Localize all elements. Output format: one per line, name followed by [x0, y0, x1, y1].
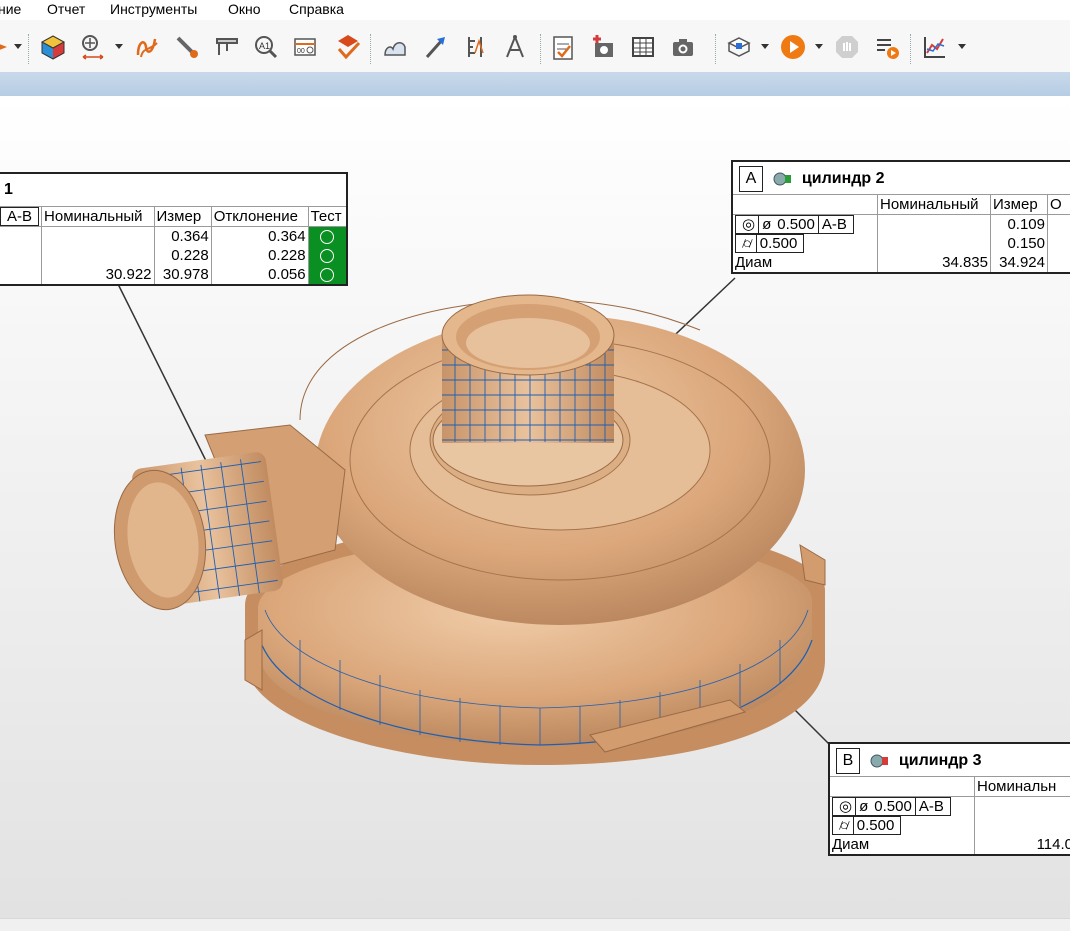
- svg-text:A1: A1: [259, 41, 270, 51]
- pass-icon: [308, 227, 346, 247]
- status-bar: [0, 918, 1070, 931]
- callout-table: Номинальный Измер О ◎ø0.500A-B 0.109 ⌭0.…: [733, 194, 1070, 272]
- measured-cell: 30.978: [154, 265, 211, 284]
- gd-t-icon[interactable]: 00: [290, 32, 320, 62]
- add-photo-icon[interactable]: [588, 32, 618, 62]
- measured-cell: 0.228: [154, 246, 211, 265]
- check-flag-icon[interactable]: [333, 32, 363, 62]
- measured-cell: 0.364: [154, 227, 211, 247]
- concentricity-frame: ◎ø0.500A-B: [832, 797, 951, 816]
- cloud-profile-icon[interactable]: [380, 32, 410, 62]
- diameter-label: Диам: [830, 835, 975, 854]
- deviation-cell: 0.056: [211, 265, 308, 284]
- callout-title: 1: [0, 174, 346, 206]
- compass-icon[interactable]: [500, 32, 530, 62]
- caliper-icon[interactable]: [212, 32, 242, 62]
- column-header: Отклонение: [211, 207, 308, 227]
- column-header: Измер: [154, 207, 211, 227]
- arrow-icon[interactable]: [0, 32, 12, 62]
- datum-letter: A: [739, 166, 763, 192]
- 3d-viewport[interactable]: 1 A-B Номинальный Измер Отклонение Тест …: [0, 96, 1070, 918]
- nominal-cell: [975, 797, 1070, 817]
- feature-name: цилиндр 2: [802, 170, 885, 187]
- menu-item-tools[interactable]: Инструменты: [110, 0, 197, 18]
- svg-text:00: 00: [297, 48, 305, 55]
- nominal-cell: [878, 215, 991, 235]
- concentricity-frame: ◎ø0.500A-B: [735, 215, 854, 234]
- play-icon[interactable]: [778, 32, 808, 62]
- gauge-icon[interactable]: [460, 32, 490, 62]
- datum-letter: B: [836, 748, 860, 774]
- concentricity-icon: ◎: [739, 216, 758, 233]
- menu-bar: ние Отчет Инструменты Окно Справка: [0, 0, 1070, 20]
- list-play-icon[interactable]: [872, 32, 902, 62]
- callout-1[interactable]: 1 A-B Номинальный Измер Отклонение Тест …: [0, 172, 348, 286]
- cylindricity-icon: ⌭: [836, 817, 853, 834]
- nominal-cell: 114.0: [975, 835, 1070, 854]
- report-settings-icon[interactable]: [724, 32, 754, 62]
- curve-icon[interactable]: [132, 32, 162, 62]
- menu-item-report[interactable]: Отчет: [47, 0, 85, 18]
- datum-label: A-B: [0, 207, 39, 226]
- column-header: Номинальный: [42, 207, 155, 227]
- cylinder-feature-icon: [773, 172, 793, 186]
- pass-icon: [308, 246, 346, 265]
- measured-cell: 0.109: [991, 215, 1048, 235]
- nominal-cell: [878, 234, 991, 253]
- deviation-cell: 0.228: [211, 246, 308, 265]
- deviation-cell: 0.364: [211, 227, 308, 247]
- column-header: Тест: [308, 207, 346, 227]
- stop-icon: [832, 32, 862, 62]
- menu-item-help[interactable]: Справка: [289, 0, 344, 18]
- camera-icon[interactable]: [668, 32, 698, 62]
- concentricity-icon: ◎: [836, 798, 855, 815]
- nominal-cell: 30.922: [42, 265, 155, 284]
- chart-icon[interactable]: [920, 32, 950, 62]
- toolbar: A1 00: [0, 20, 1070, 72]
- diameter-label: Диам: [733, 253, 878, 272]
- cube-icon[interactable]: [38, 32, 68, 62]
- checklist-icon[interactable]: [548, 32, 578, 62]
- cylindricity-frame: ⌭0.500: [735, 234, 804, 253]
- column-header: О: [1048, 195, 1070, 215]
- menu-item-window[interactable]: Окно: [228, 0, 261, 18]
- nominal-cell: [975, 816, 1070, 835]
- menu-item-view[interactable]: ние: [0, 0, 21, 18]
- nominal-cell: [42, 246, 155, 265]
- flag-scale-icon[interactable]: [420, 32, 450, 62]
- measured-cell: 0.150: [991, 234, 1048, 253]
- view-tab-bar: [0, 72, 1070, 96]
- text-measure-icon[interactable]: A1: [250, 32, 280, 62]
- column-header: Измер: [991, 195, 1048, 215]
- probe-icon[interactable]: [172, 32, 202, 62]
- callout-table: A-B Номинальный Измер Отклонение Тест 0.…: [0, 206, 346, 284]
- column-header: Номинальный: [878, 195, 991, 215]
- cylindricity-icon: ⌭: [739, 235, 756, 252]
- callout-table: Номинальн ◎ø0.500A-B ⌭0.500 Диам 114.0: [830, 776, 1070, 854]
- table-icon[interactable]: [628, 32, 658, 62]
- column-header: Номинальн: [975, 777, 1070, 797]
- cylinder-feature-icon: [870, 754, 890, 768]
- measured-cell: 34.924: [991, 253, 1048, 272]
- nominal-cell: 34.835: [878, 253, 991, 272]
- feature-name: цилиндр 3: [899, 752, 982, 769]
- cylindricity-frame: ⌭0.500: [832, 816, 901, 835]
- callout-cylinder-2[interactable]: A цилиндр 2 Номинальный Измер О ◎ø0.500A…: [731, 160, 1070, 274]
- mesh-transform-icon[interactable]: [78, 32, 108, 62]
- callout-cylinder-3[interactable]: B цилиндр 3 Номинальн ◎ø0.500A-B ⌭0.500 …: [828, 742, 1070, 856]
- pass-icon: [308, 265, 346, 284]
- nominal-cell: [42, 227, 155, 247]
